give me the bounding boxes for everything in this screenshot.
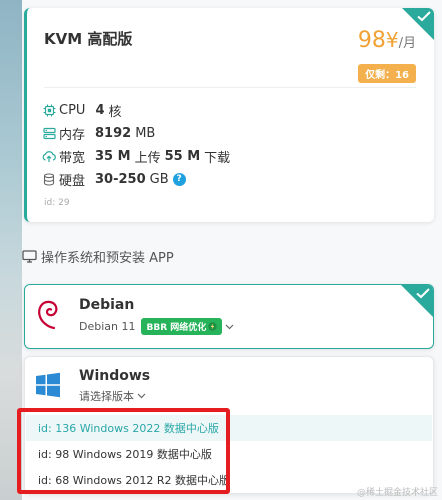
os-version-label: Debian 11	[79, 320, 136, 333]
spec-unit: MB	[135, 125, 156, 141]
memory-icon	[42, 126, 56, 140]
spec-value-up: 35 M	[95, 148, 131, 164]
spec-disk: 硬盘 30-250 GB ?	[42, 169, 186, 189]
plan-card-kvm[interactable]: KVM 高配版 98¥/月 仅剩：16 CPU 4 核 内存 8192 MB 带…	[24, 8, 434, 222]
spec-label: 硬盘	[59, 173, 86, 189]
debian-logo-icon	[35, 299, 61, 335]
spec-unit: 核	[108, 104, 122, 120]
watermark: @稀土掘金技术社区	[356, 488, 438, 498]
windows-logo-icon	[35, 372, 61, 402]
spec-unit: GB	[149, 171, 169, 187]
os-version-select[interactable]: 请选择版本	[79, 388, 146, 404]
os-section-title: 操作系统和预安装 APP	[41, 251, 174, 266]
chevron-down-icon	[137, 393, 146, 399]
spec-unit-up: 上传	[134, 150, 161, 166]
cpu-icon	[42, 103, 56, 117]
spec-label: 内存	[59, 127, 86, 143]
os-option-debian[interactable]: Debian Debian 11 BBR 网络优化	[24, 284, 434, 349]
bbr-badge: BBR 网络优化	[141, 318, 223, 335]
spec-value-down: 55 M	[164, 148, 201, 164]
os-section-heading: 操作系统和预安装 APP	[22, 247, 174, 266]
spec-cpu: CPU 4 核	[42, 100, 122, 120]
help-icon[interactable]: ?	[172, 172, 186, 186]
bbr-badge-label: BBR 网络优化	[146, 323, 207, 333]
lightning-icon	[208, 322, 217, 331]
version-select-placeholder: 请选择版本	[79, 390, 134, 403]
highlight-annotation-box	[17, 408, 230, 494]
disk-icon	[42, 172, 56, 186]
monitor-icon	[22, 250, 37, 263]
plan-price: 98¥/月	[358, 28, 416, 53]
chevron-down-icon	[225, 324, 234, 330]
divider	[44, 87, 416, 88]
price-unit: /月	[398, 36, 416, 51]
stock-badge: 仅剩：16	[358, 64, 416, 83]
plan-title: KVM 高配版	[44, 30, 133, 48]
selected-corner-check-icon	[401, 285, 433, 317]
price-value: 98	[357, 28, 386, 53]
os-name: Windows	[79, 368, 151, 384]
spec-memory: 内存 8192 MB	[42, 123, 155, 143]
spec-bandwidth: 带宽 35 M 上传 55 M 下载	[42, 146, 230, 166]
spec-value: 4	[95, 102, 105, 118]
spec-label: CPU	[59, 102, 86, 118]
spec-unit-down: 下载	[204, 150, 231, 166]
price-currency: ¥	[385, 28, 399, 52]
cloud-upload-icon	[42, 149, 56, 163]
spec-value: 8192	[95, 125, 132, 141]
os-version-select[interactable]: Debian 11 BBR 网络优化	[79, 318, 234, 335]
plan-id: id: 29	[44, 198, 70, 208]
spec-value: 30-250	[95, 171, 146, 187]
spec-label: 带宽	[59, 150, 86, 166]
os-name: Debian	[79, 297, 135, 313]
